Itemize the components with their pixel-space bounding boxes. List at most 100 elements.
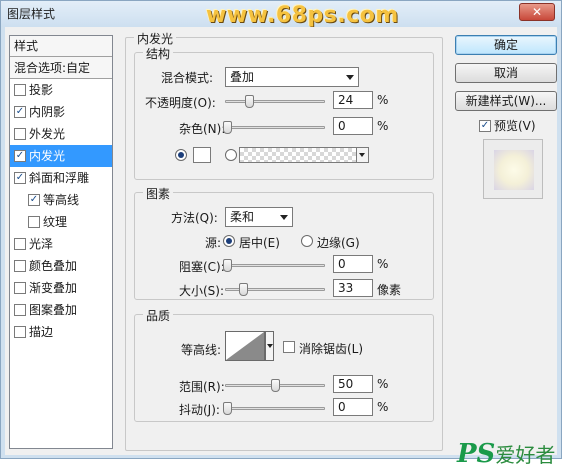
stroke-checkbox[interactable]: [14, 325, 26, 338]
choke-input[interactable]: 0: [333, 255, 373, 273]
gradient-overlay-checkbox[interactable]: [14, 281, 26, 294]
style-item-label: 投影: [29, 83, 54, 97]
style-item-label: 内发光: [29, 149, 66, 163]
satin-checkbox[interactable]: [14, 237, 26, 250]
opacity-slider-track[interactable]: [225, 100, 325, 103]
noise-slider-track[interactable]: [225, 126, 325, 129]
style-item-gradient-overlay[interactable]: 渐变叠加: [10, 277, 112, 299]
noise-input[interactable]: 0: [333, 117, 373, 135]
size-label: 大小(S):: [179, 284, 225, 298]
glow-gradient-picker[interactable]: [239, 147, 369, 163]
source-center-label[interactable]: 居中(E): [239, 234, 280, 251]
style-item-label: 光泽: [29, 237, 54, 251]
style-item-label: 内阴影: [29, 105, 66, 119]
contour-dropdown[interactable]: [265, 331, 274, 361]
contour-label: 等高线:: [181, 343, 222, 357]
opacity-slider-thumb[interactable]: [245, 95, 254, 108]
layer-style-dialog: 图层样式 www.68ps.com ✕ 样式 混合选项:自定 投影 ✓ 内阴影 外…: [0, 0, 562, 469]
bevel-emboss-checkbox[interactable]: ✓: [14, 171, 26, 184]
watermark-ps: PS: [457, 439, 496, 469]
preview-checkbox[interactable]: ✓: [479, 119, 491, 132]
structure-group: 结构 混合模式: 叠加 不透明度(O): 24 % 杂色(N): 0 %: [134, 45, 434, 180]
choke-slider-thumb[interactable]: [223, 259, 232, 272]
chevron-down-icon: [346, 75, 354, 80]
style-item-satin[interactable]: 光泽: [10, 233, 112, 255]
blend-options-item[interactable]: 混合选项:自定: [10, 57, 112, 79]
inner-glow-panel: 内发光 结构 混合模式: 叠加 不透明度(O): 24 % 杂色(N): 0 %: [125, 30, 443, 451]
style-item-inner-shadow[interactable]: ✓ 内阴影: [10, 101, 112, 123]
style-item-label: 斜面和浮雕: [29, 171, 90, 185]
style-item-outer-glow[interactable]: 外发光: [10, 123, 112, 145]
jitter-input[interactable]: 0: [333, 398, 373, 416]
choke-slider-track[interactable]: [225, 264, 325, 267]
style-item-texture[interactable]: 纹理: [10, 211, 112, 233]
source-center-radio[interactable]: [223, 235, 235, 247]
jitter-label: 抖动(J):: [179, 403, 220, 417]
opacity-unit: %: [377, 93, 389, 107]
contour-checkbox[interactable]: ✓: [28, 193, 40, 206]
opacity-label: 不透明度(O):: [145, 96, 216, 110]
preview-toggle[interactable]: ✓ 预览(V): [479, 117, 536, 134]
opacity-input[interactable]: 24: [333, 91, 373, 109]
contour-preview[interactable]: [225, 331, 265, 361]
source-edge-radio[interactable]: [301, 235, 313, 247]
quality-group: 品质 等高线: 消除锯齿(L) 范围(R): 50 % 抖动(J): 0 %: [134, 307, 434, 422]
contour-curve-icon: [226, 332, 264, 360]
antialias-label[interactable]: 消除锯齿(L): [299, 340, 363, 357]
blend-mode-select[interactable]: 叠加: [225, 67, 359, 87]
style-item-drop-shadow[interactable]: 投影: [10, 79, 112, 101]
range-label: 范围(R):: [179, 380, 225, 394]
style-item-bevel-emboss[interactable]: ✓ 斜面和浮雕: [10, 167, 112, 189]
blend-mode-value: 叠加: [230, 70, 255, 84]
title-bar[interactable]: 图层样式 www.68ps.com ✕: [1, 1, 561, 28]
color-mode-radio[interactable]: [175, 149, 187, 161]
jitter-slider-track[interactable]: [225, 407, 325, 410]
size-input[interactable]: 33: [333, 279, 373, 297]
range-slider-thumb[interactable]: [271, 379, 280, 392]
style-item-color-overlay[interactable]: 颜色叠加: [10, 255, 112, 277]
style-item-label: 图案叠加: [29, 303, 78, 317]
range-input[interactable]: 50: [333, 375, 373, 393]
gradient-mode-radio[interactable]: [225, 149, 237, 161]
style-preview-swatch: [494, 150, 534, 190]
noise-unit: %: [377, 119, 389, 133]
noise-label: 杂色(N):: [179, 122, 226, 136]
glow-color-swatch[interactable]: [193, 147, 211, 163]
jitter-slider-thumb[interactable]: [223, 402, 232, 415]
antialias-checkbox[interactable]: [283, 341, 295, 353]
watermark-top: www.68ps.com: [206, 3, 399, 28]
style-item-stroke[interactable]: 描边: [10, 321, 112, 343]
size-slider-thumb[interactable]: [239, 283, 248, 296]
dialog-body: 样式 混合选项:自定 投影 ✓ 内阴影 外发光 ✓ 内发光 ✓ 斜面和浮雕 ✓ 等高线 …: [5, 27, 557, 469]
color-overlay-checkbox[interactable]: [14, 259, 26, 272]
method-select[interactable]: 柔和: [225, 207, 293, 227]
style-list-header[interactable]: 样式: [10, 36, 112, 57]
style-item-pattern-overlay[interactable]: 图案叠加: [10, 299, 112, 321]
style-item-label: 外发光: [29, 127, 66, 141]
inner-glow-checkbox[interactable]: ✓: [14, 149, 26, 162]
source-edge-label[interactable]: 边缘(G): [317, 234, 360, 251]
preview-label: 预览(V): [494, 119, 536, 133]
inner-shadow-checkbox[interactable]: ✓: [14, 105, 26, 118]
drop-shadow-checkbox[interactable]: [14, 83, 26, 96]
style-list: 样式 混合选项:自定 投影 ✓ 内阴影 外发光 ✓ 内发光 ✓ 斜面和浮雕 ✓ 等高线 …: [9, 35, 113, 449]
texture-checkbox[interactable]: [28, 215, 40, 228]
cancel-button[interactable]: 取消: [455, 63, 557, 83]
chevron-down-icon[interactable]: [356, 148, 368, 162]
choke-label: 阻塞(C):: [179, 260, 225, 274]
style-item-label: 颜色叠加: [29, 259, 78, 273]
ok-button[interactable]: 确定: [455, 35, 557, 55]
noise-slider-thumb[interactable]: [223, 121, 232, 134]
style-item-contour[interactable]: ✓ 等高线: [10, 189, 112, 211]
choke-unit: %: [377, 257, 389, 271]
quality-title: 品质: [143, 307, 174, 324]
new-style-button[interactable]: 新建样式(W)...: [455, 91, 557, 111]
pattern-overlay-checkbox[interactable]: [14, 303, 26, 316]
style-item-inner-glow[interactable]: ✓ 内发光: [10, 145, 112, 167]
outer-glow-checkbox[interactable]: [14, 127, 26, 140]
style-item-label: 描边: [29, 325, 54, 339]
window-title: 图层样式: [7, 7, 56, 21]
blend-mode-label: 混合模式:: [161, 71, 214, 85]
close-button[interactable]: ✕: [519, 3, 555, 21]
method-label: 方法(Q):: [171, 211, 218, 225]
